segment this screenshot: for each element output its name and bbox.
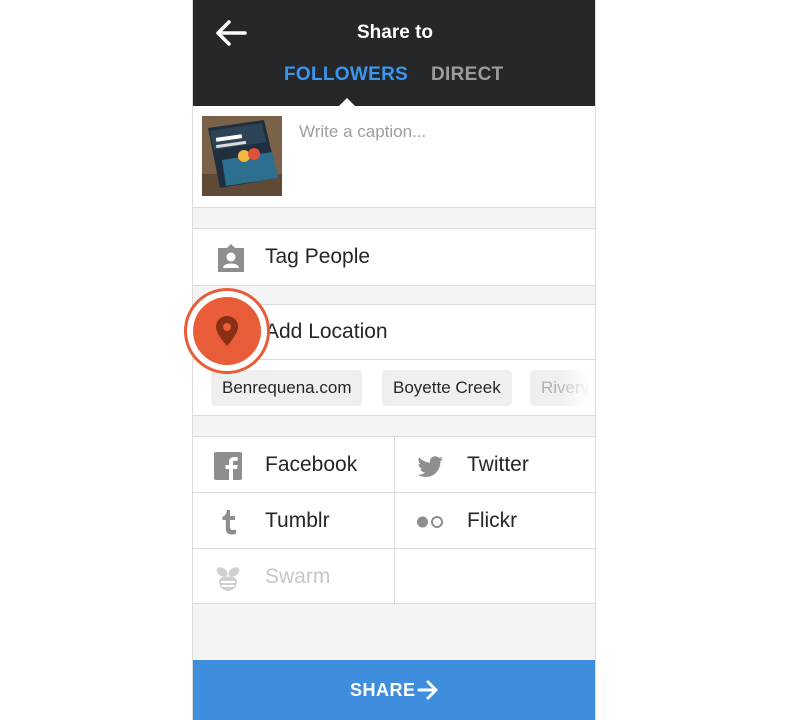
share-twitter-toggle[interactable]: Twitter — [395, 437, 595, 493]
location-highlight-button[interactable] — [184, 288, 270, 374]
location-chip[interactable]: Boyette Creek — [382, 370, 512, 406]
post-thumbnail — [202, 116, 282, 196]
twitter-label: Twitter — [467, 453, 529, 476]
scroll-fade — [557, 360, 595, 415]
swarm-label: Swarm — [265, 565, 331, 588]
flickr-label: Flickr — [467, 509, 518, 532]
tag-people-label: Tag People — [265, 245, 371, 268]
social-share-grid: Facebook Twitter Tumblr Flickr Swarm — [193, 436, 595, 605]
tag-people-row[interactable]: Tag People — [193, 228, 595, 286]
location-suggestions: Benrequena.com Boyette Creek Riverv — [193, 360, 595, 416]
tab-direct[interactable]: DIRECT — [431, 64, 504, 86]
location-highlight-fill — [193, 297, 261, 365]
facebook-icon — [214, 452, 242, 480]
swarm-icon — [216, 567, 240, 591]
empty-cell — [395, 549, 595, 605]
share-facebook-toggle[interactable]: Facebook — [193, 437, 395, 493]
header-bar: Share to FOLLOWERS DIRECT — [193, 0, 595, 106]
tab-followers[interactable]: FOLLOWERS — [284, 64, 408, 86]
tumblr-icon — [222, 510, 236, 535]
location-chip[interactable]: Benrequena.com — [211, 370, 363, 406]
share-swarm-toggle[interactable]: Swarm — [193, 549, 395, 605]
add-location-label: Add Location — [265, 320, 388, 343]
share-tumblr-toggle[interactable]: Tumblr — [193, 493, 395, 549]
tumblr-label: Tumblr — [265, 509, 330, 532]
flickr-icon — [417, 516, 443, 528]
share-button-label: SHARE — [350, 680, 416, 700]
location-pin-icon — [216, 316, 238, 346]
share-flickr-toggle[interactable]: Flickr — [395, 493, 595, 549]
page-title: Share to — [356, 22, 434, 43]
twitter-icon — [417, 456, 443, 477]
share-button[interactable]: SHARE — [193, 660, 595, 720]
caption-section — [193, 106, 595, 208]
person-tag-icon — [218, 244, 244, 272]
arrow-right-icon — [417, 680, 438, 700]
caption-input[interactable] — [299, 120, 584, 144]
facebook-label: Facebook — [265, 453, 358, 476]
active-tab-indicator — [339, 98, 355, 106]
